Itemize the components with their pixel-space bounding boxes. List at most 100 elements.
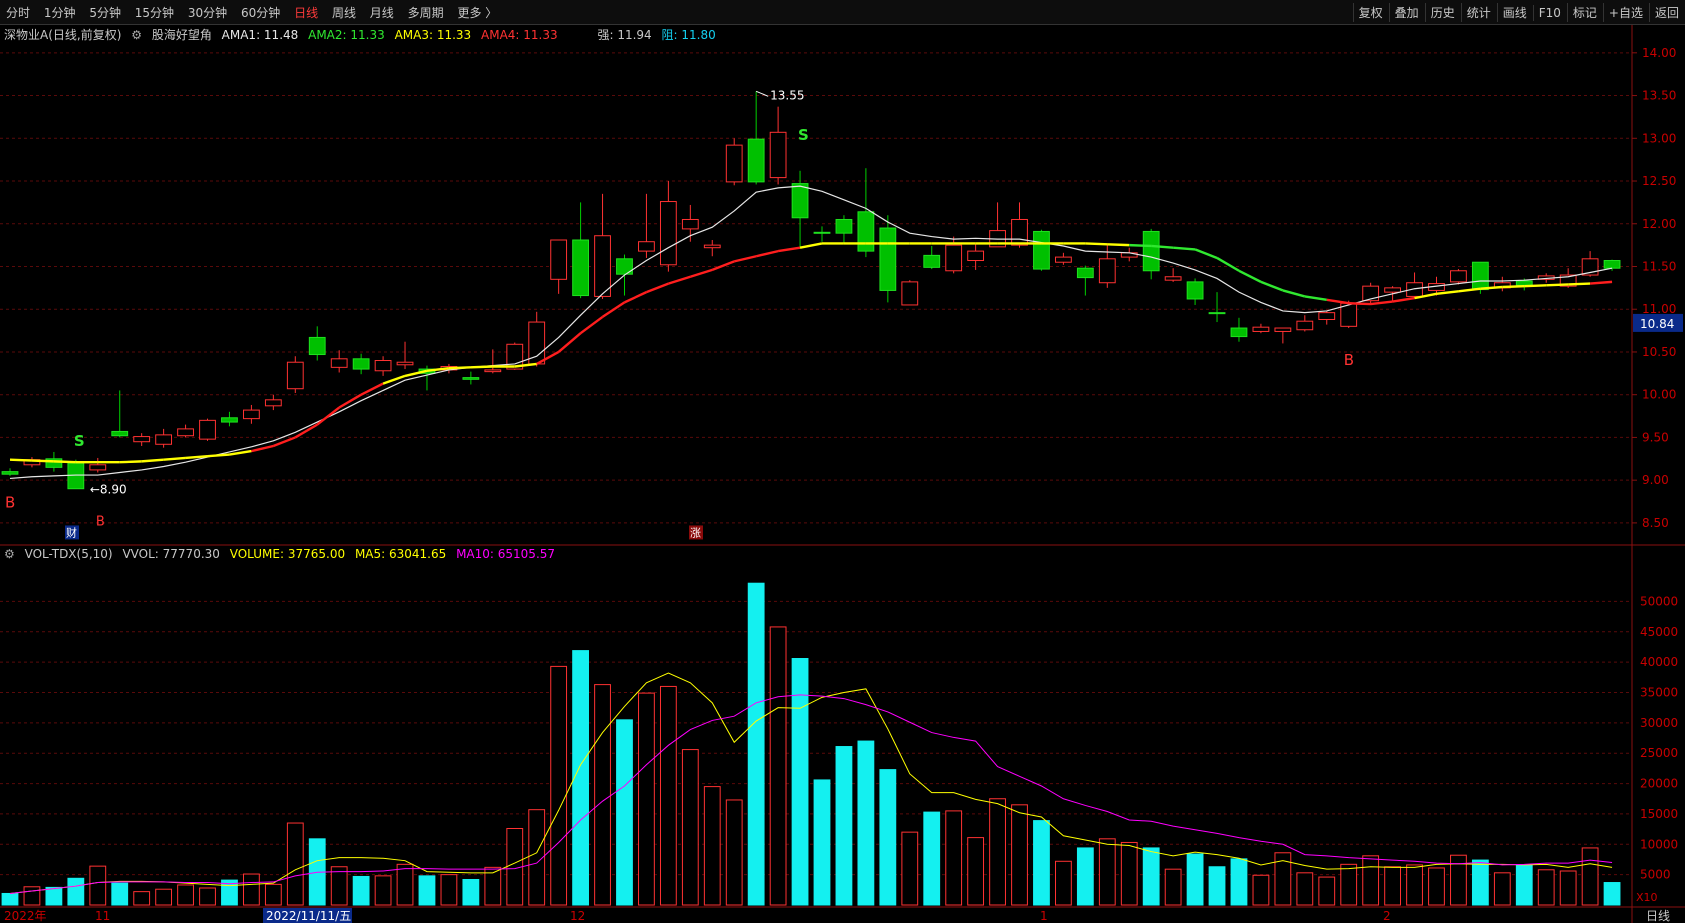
volume-bar <box>1098 838 1116 906</box>
tab-period[interactable]: 60分钟 <box>241 6 280 20</box>
volume-ma5-line <box>9 672 1613 894</box>
ama-main-segment <box>1173 246 1196 251</box>
volume-bar <box>45 886 63 906</box>
volume-bar <box>945 810 963 906</box>
volume-bar <box>1581 847 1599 906</box>
candle-body <box>616 258 633 275</box>
volume-bar <box>1274 852 1292 906</box>
candle-body <box>221 417 238 423</box>
f10-button[interactable]: F10 <box>1532 5 1566 21</box>
adjust-button[interactable]: 复权 <box>1352 3 1388 22</box>
volume-bar <box>286 822 304 906</box>
time-label-month: 2 <box>1383 909 1391 923</box>
volume-bar <box>23 886 41 906</box>
volume-bar <box>616 719 633 906</box>
tab-period[interactable]: 周线 <box>332 6 356 20</box>
main-legend: 深物业A(日线,前复权) ⚙ 股海好望角 AMA1: 11.48 AMA2: 1… <box>4 26 722 43</box>
gear-icon[interactable]: ⚙ <box>4 547 15 561</box>
ama-main-segment <box>1216 256 1240 272</box>
volume-bar <box>659 685 677 906</box>
volume-bar <box>330 866 348 906</box>
candle-body <box>462 377 480 380</box>
volume-unit-label: X10 <box>1636 891 1658 904</box>
volume-bar <box>155 888 173 906</box>
ama-main-segment <box>1107 243 1130 247</box>
volume-bar <box>484 866 502 906</box>
candle-body <box>703 244 721 249</box>
stock-title[interactable]: 深物业A(日线,前复权) <box>4 28 121 42</box>
ama-lines <box>9 185 1613 480</box>
tab-more[interactable]: 更多 〉 <box>457 6 497 20</box>
volume-bar <box>1537 869 1555 906</box>
volume-ma10-line <box>9 694 1613 894</box>
ama-main-segment <box>141 458 164 463</box>
candle-body <box>528 321 546 365</box>
candle-body <box>725 144 743 183</box>
volume-bar <box>1011 804 1028 906</box>
candle-body <box>1318 312 1336 320</box>
tab-period[interactable]: 分时 <box>6 6 30 20</box>
resist-value: 阻: 11.80 <box>661 28 716 42</box>
candle-body <box>1274 327 1292 332</box>
volume-bar <box>1471 859 1489 906</box>
ama-main-segment <box>1436 290 1459 296</box>
back-button[interactable]: 返回 <box>1648 3 1684 22</box>
volume-bar <box>396 863 414 906</box>
tab-period[interactable]: 15分钟 <box>135 6 174 20</box>
price-tick-label: 9.00 <box>1642 473 1669 487</box>
candle-body <box>1142 230 1160 272</box>
candle-body <box>286 361 304 390</box>
volume-bar <box>1186 853 1204 906</box>
volume-bar <box>1406 864 1423 906</box>
volume-tick-label: 5000 <box>1640 868 1671 882</box>
volume-bar <box>506 828 524 906</box>
ama-main-segment <box>1348 302 1371 306</box>
candle-body <box>550 239 568 280</box>
gear-icon[interactable]: ⚙ <box>131 28 142 42</box>
mark-button[interactable]: 标记 <box>1566 3 1602 22</box>
ama-main-segment <box>1392 296 1415 303</box>
volume-bar <box>1055 860 1072 906</box>
candle-body <box>1 471 19 475</box>
candle-body <box>352 358 370 370</box>
volume-tick-label: 35000 <box>1640 686 1678 700</box>
candle-body <box>1406 282 1423 297</box>
ama-main-segment <box>1304 295 1327 302</box>
tab-period[interactable]: 5分钟 <box>89 6 121 20</box>
draw-button[interactable]: 画线 <box>1496 3 1532 22</box>
time-label-month: 11 <box>95 909 110 923</box>
tab-period[interactable]: 月线 <box>370 6 394 20</box>
stock-chart[interactable]: 14.00 13.50 13.00 12.50 12.00 11.50 11.00 10.50… <box>0 0 1685 923</box>
tab-period-daily[interactable]: 日线 <box>294 6 318 20</box>
volume-tick-label: 20000 <box>1640 777 1678 791</box>
volume-bar <box>967 837 985 906</box>
time-label-month: 1 <box>1040 909 1048 923</box>
tab-period[interactable]: 1分钟 <box>44 6 76 20</box>
candle-body <box>1450 270 1467 283</box>
stats-button[interactable]: 统计 <box>1460 3 1496 22</box>
volume-bar <box>572 650 589 906</box>
tab-period[interactable]: 30分钟 <box>188 6 227 20</box>
candle-body <box>1186 281 1204 300</box>
price-tick-label: 10.50 <box>1642 345 1676 359</box>
history-button[interactable]: 历史 <box>1424 3 1460 22</box>
ama-main-segment <box>1260 280 1284 292</box>
ma10-value: MA10: 65105.57 <box>456 547 556 561</box>
add-watchlist-button[interactable]: +自选 <box>1602 3 1648 22</box>
volume-bar <box>177 884 194 906</box>
volume-bar <box>1384 866 1401 906</box>
tab-period[interactable]: 多周期 <box>408 6 444 20</box>
overlay-button[interactable]: 叠加 <box>1388 3 1424 22</box>
indicator-name[interactable]: 股海好望角 <box>152 28 212 42</box>
ama-main-segment <box>1129 243 1152 248</box>
vol-indicator-name[interactable]: VOL-TDX(5,10) <box>25 547 113 561</box>
volume-bar <box>747 582 765 906</box>
candle-body <box>1340 302 1358 327</box>
volume-bar <box>67 877 85 906</box>
ama-main-segment <box>1458 287 1481 293</box>
volume-bar <box>681 749 699 906</box>
right-toolbar: 复权 叠加 历史 统计 画线 F10 标记 +自选 返回 <box>1352 3 1685 22</box>
candle-body <box>638 241 655 252</box>
period-label: 日线 <box>1646 909 1670 923</box>
ama-main-segment <box>1238 269 1262 283</box>
